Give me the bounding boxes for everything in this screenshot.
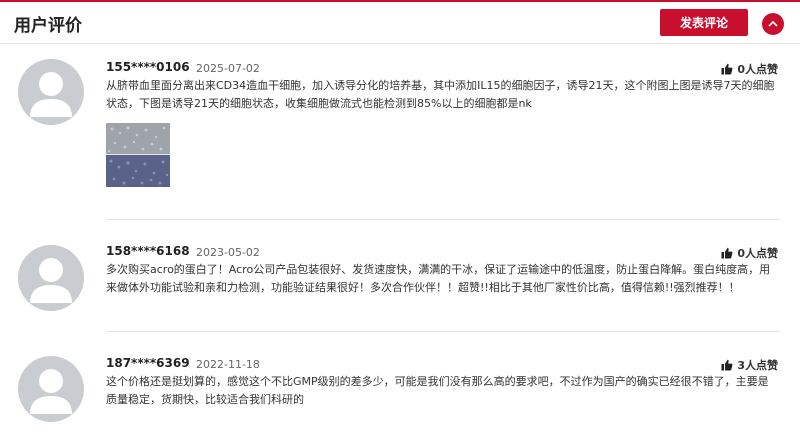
like-button[interactable]: 0人点赞 — [721, 245, 778, 261]
post-review-button[interactable]: 发表评论 — [660, 9, 748, 36]
user-avatar-icon — [30, 369, 72, 414]
review-text: 多次购买acro的蛋白了！Acro公司产品包装很好、发货速度快，满满的干冰，保证… — [106, 263, 771, 294]
review-date: 2025-07-02 — [196, 62, 260, 75]
user-avatar-icon — [30, 72, 72, 117]
cell-culture-photo — [106, 123, 170, 187]
review-divider — [106, 219, 780, 220]
collapse-button[interactable] — [762, 13, 784, 35]
avatar — [18, 245, 84, 311]
like-count: 0人点赞 — [737, 247, 778, 260]
avatar — [18, 59, 84, 125]
avatar — [18, 356, 84, 422]
reviews-header: 用户评价 发表评论 — [0, 0, 800, 44]
thumbs-up-icon — [721, 359, 733, 371]
thumbs-up-icon — [721, 247, 733, 259]
section-title: 用户评价 — [14, 16, 82, 36]
like-count: 3人点赞 — [737, 359, 778, 372]
review-text: 这个价格还是挺划算的，感觉这个不比GMP级别的差多少，可能是我们没有那么高的要求… — [106, 375, 769, 406]
like-button[interactable]: 3人点赞 — [721, 357, 778, 373]
like-button[interactable]: 0人点赞 — [721, 61, 778, 77]
reviewer-name: 158****6168 — [106, 244, 190, 258]
like-count: 0人点赞 — [737, 63, 778, 76]
user-avatar-icon — [30, 258, 72, 303]
review-divider — [106, 331, 780, 332]
thumbs-up-icon — [721, 63, 733, 75]
review-date: 2023-05-02 — [196, 246, 260, 259]
reviewer-name: 155****0106 — [106, 60, 190, 74]
review-photo[interactable] — [106, 123, 170, 187]
review-text: 从脐带血里面分离出来CD34造血干细胞，加入诱导分化的培养基，其中添加IL15的… — [106, 79, 775, 110]
reviewer-name: 187****6369 — [106, 356, 190, 370]
review-date: 2022-11-18 — [196, 358, 260, 371]
chevron-up-icon — [768, 20, 778, 27]
